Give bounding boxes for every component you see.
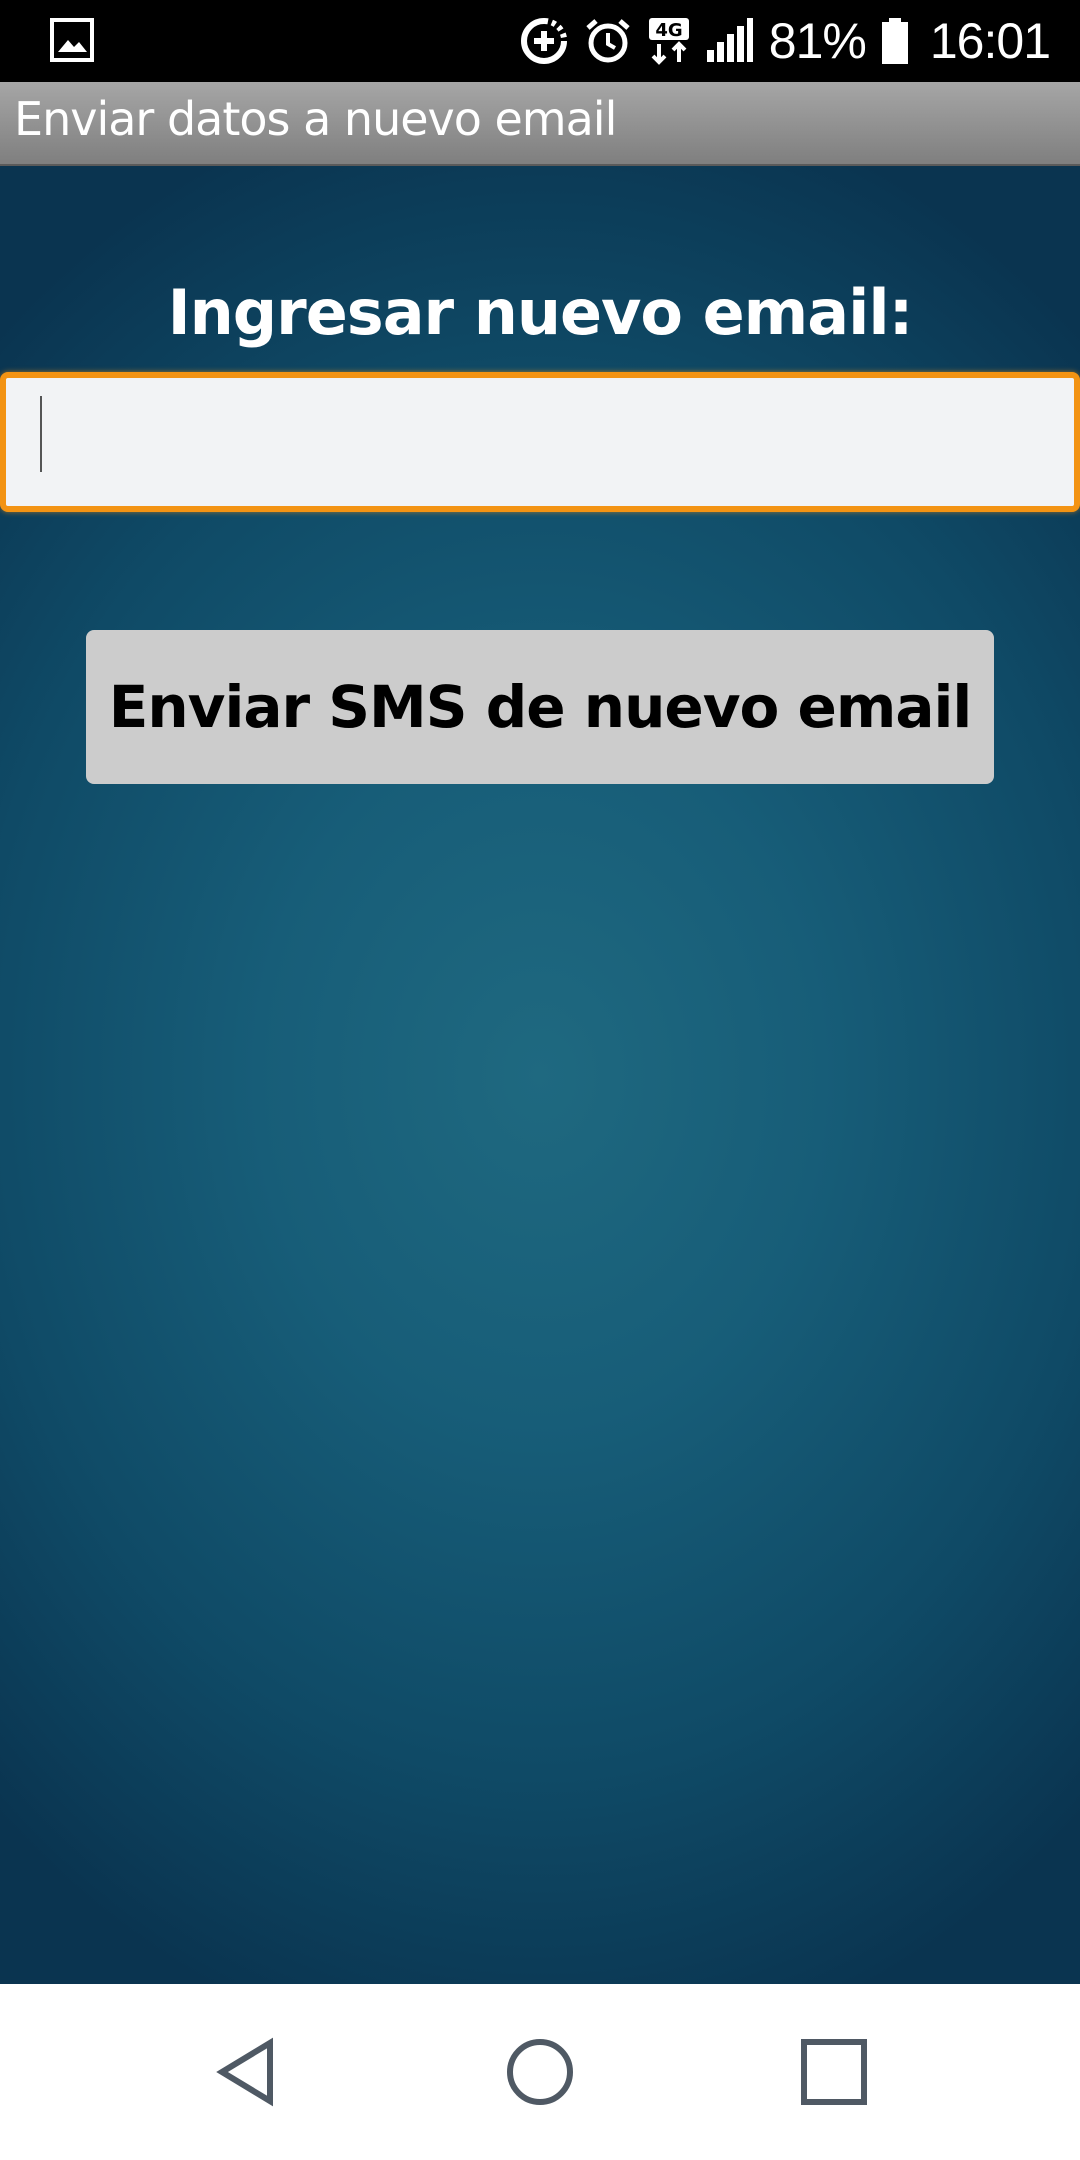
navigation-bar [0, 1984, 1080, 2160]
page-title: Enviar datos a nuevo email [14, 92, 617, 146]
data-saver-icon [520, 17, 567, 64]
email-field-container[interactable] [0, 372, 1080, 512]
clock: 16:01 [929, 13, 1051, 69]
status-bar: 4G 81% 16:01 [0, 0, 1080, 82]
recents-icon [801, 2039, 867, 2105]
back-button[interactable] [196, 2022, 296, 2122]
alarm-icon [586, 19, 630, 63]
title-bar: Enviar datos a nuevo email [0, 82, 1080, 166]
main-content: Ingresar nuevo email: Enviar SMS de nuev… [0, 166, 1080, 1984]
battery-percent: 81% [768, 13, 867, 69]
signal-icon [706, 18, 753, 62]
recents-button[interactable] [784, 2022, 884, 2122]
back-icon [216, 2037, 273, 2107]
email-label: Ingresar nuevo email: [167, 276, 914, 349]
network-type-label: 4G [655, 20, 682, 41]
battery-icon [881, 18, 908, 64]
home-button[interactable] [490, 2022, 590, 2122]
screen: 4G 81% 16:01 Enviar datos a nuevo email [0, 0, 1080, 2160]
home-icon [507, 2039, 573, 2105]
status-icons: 4G 81% 16:01 [519, 0, 1051, 82]
text-cursor [40, 396, 42, 472]
send-sms-button[interactable]: Enviar SMS de nuevo email [86, 630, 994, 784]
email-field[interactable] [6, 378, 1074, 506]
gallery-icon [50, 18, 94, 62]
4g-data-icon: 4G [648, 18, 689, 65]
